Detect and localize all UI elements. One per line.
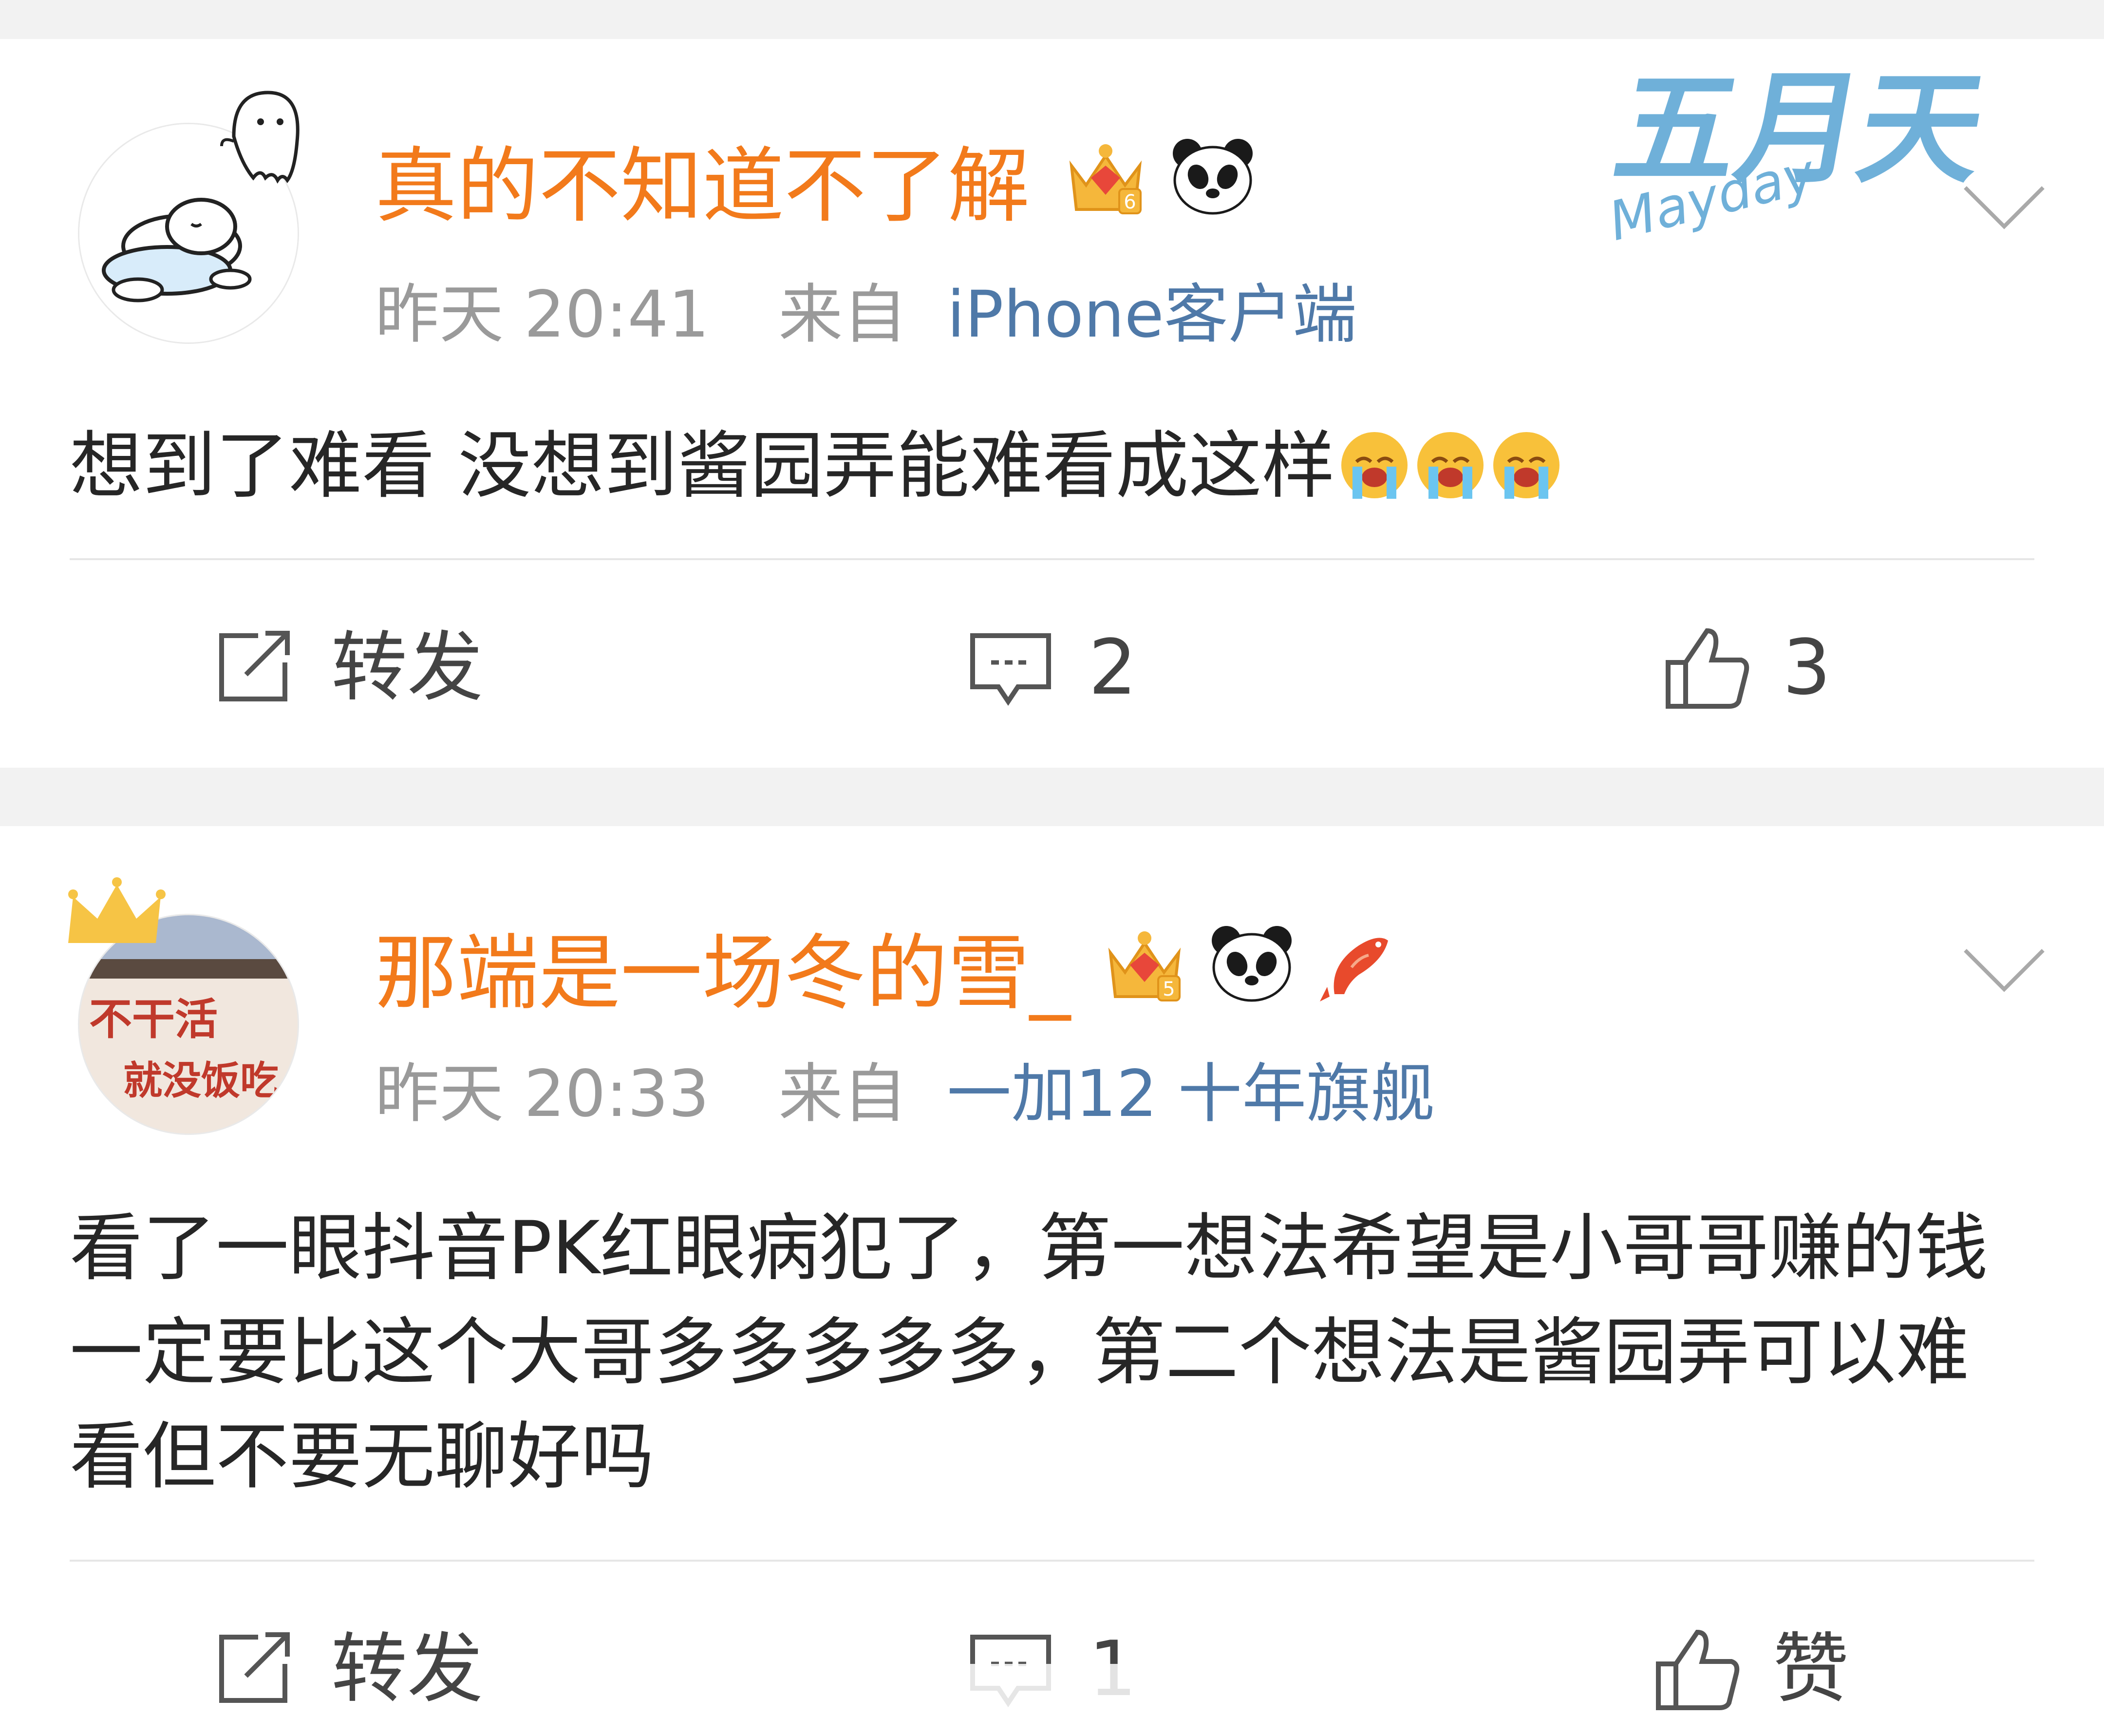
avatar-text-line-2: 就没饭吃 [123,1058,279,1103]
username[interactable]: 真的不知道不了解 [375,145,1030,227]
svg-text:6: 6 [1124,191,1136,213]
koi-fish-icon [1320,938,1388,1001]
from-label: 来自 [778,1057,907,1132]
comment-icon [970,633,1051,706]
repost-button[interactable]: 转发 [209,1625,483,1713]
post-meta: 昨天 20:41 来自 iPhone客户端 [375,283,1357,347]
divider [70,1560,2034,1562]
post-content-text: 想到了难看 没想到酱园弄能难看成这样 [70,424,1335,509]
crying-face-emoji [1493,432,1559,499]
like-count: 3 [1783,623,1831,712]
like-button[interactable]: 赞 [1651,1623,1849,1715]
post-source-link[interactable]: iPhone客户端 [947,277,1357,352]
chevron-down-icon[interactable] [1958,180,2050,234]
repost-icon [219,631,290,701]
crying-face-emoji [1417,432,1484,499]
post-content: 想到了难看 没想到酱园弄能难看成这样 [70,414,2047,518]
panda-icon [1173,139,1253,215]
bottom-fade-overlay [799,1664,1334,1736]
repost-label: 转发 [331,1624,483,1713]
like-button[interactable]: 3 [1661,621,1831,714]
post-time: 昨天 20:33 [375,1057,710,1132]
post-source-link[interactable]: 一加12 十年旗舰 [947,1057,1435,1132]
crown-icon [68,877,166,943]
repost-icon [219,1632,290,1703]
username[interactable]: 那端是一场冬的雪_ [375,932,1071,1014]
comment-count: 2 [1089,623,1137,712]
post-content: 看了一眼抖音PK红眼病犯了，第一想法希望是小哥哥赚的钱一定要比这个大哥多多多多多… [70,1206,1988,1499]
post-card-2: 不干活 就没饭吃 那端是一场冬的雪_ 5 昨天 20:33 来自 一加12 十年… [0,826,2104,1736]
fan-brand-badge: 五月天 Mayday [1602,49,1995,253]
like-icon [1666,628,1749,709]
panda-icon [1212,926,1292,1002]
svg-text:5: 5 [1163,978,1175,1000]
chevron-down-icon[interactable] [1958,943,2050,997]
crown-level-badge: 5 [1108,931,1181,1001]
like-icon [1656,1629,1740,1710]
like-label: 赞 [1773,1624,1849,1713]
crying-face-emoji [1341,432,1408,499]
crown-level-badge: 6 [1069,144,1142,214]
ghost-icon [220,91,300,184]
comment-button[interactable]: 2 [967,623,1137,711]
repost-button[interactable]: 转发 [209,623,483,711]
divider [70,558,2034,560]
post-meta: 昨天 20:33 来自 一加12 十年旗舰 [375,1062,1435,1126]
repost-label: 转发 [331,623,483,712]
post-time: 昨天 20:41 [375,277,710,352]
avatar-text-line-1: 不干活 [89,994,218,1044]
from-label: 来自 [778,277,907,352]
post-card-1: 真的不知道不了解 6 五月天 Mayday 昨天 20:41 来自 iPhone… [0,39,2104,768]
